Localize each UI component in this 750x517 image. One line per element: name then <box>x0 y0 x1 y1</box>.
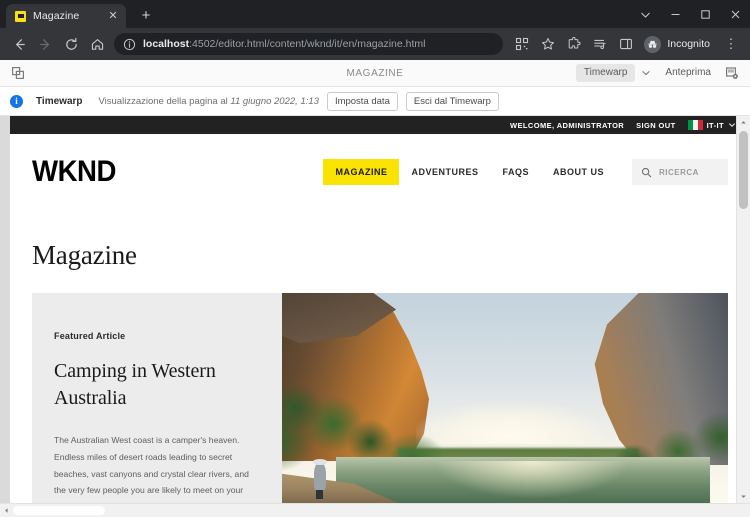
timewarp-message-prefix: Visualizzazione della pagina al <box>98 95 231 107</box>
forward-icon[interactable] <box>33 32 57 56</box>
timewarp-label: Timewarp <box>36 95 83 107</box>
vertical-scrollbar[interactable] <box>736 116 750 503</box>
page-viewport: MAGAZINE Timewarp Anteprima i Timewarp V… <box>0 60 750 517</box>
search-icon <box>641 167 652 178</box>
chevron-down-icon[interactable] <box>637 64 655 82</box>
site-main-content: Magazine Featured Article Camping in Wes… <box>10 240 750 503</box>
scroll-left-arrow-icon[interactable] <box>0 504 13 517</box>
nav-item-adventures[interactable]: ADVENTURES <box>399 159 490 185</box>
horizontal-scroll-track[interactable] <box>13 504 737 517</box>
photo-person-hat <box>312 459 328 465</box>
featured-article-eyebrow: Featured Article <box>54 331 126 341</box>
url-host: localhost <box>143 38 190 50</box>
nav-item-about-us[interactable]: ABOUT US <box>541 159 616 185</box>
address-bar-url: localhost:4502/editor.html/content/wknd/… <box>143 38 425 50</box>
browser-tab-magazine[interactable]: Magazine ✕ <box>6 4 126 28</box>
set-date-button[interactable]: Imposta data <box>326 91 398 111</box>
incognito-hat-icon <box>644 35 662 53</box>
page-title: Magazine <box>32 240 137 270</box>
scroll-up-arrow-icon[interactable] <box>737 116 750 129</box>
tab-strip: Magazine ✕ + <box>0 0 750 28</box>
nav-item-magazine[interactable]: MAGAZINE <box>323 159 400 185</box>
search-placeholder: RICERCA <box>659 167 699 177</box>
back-icon[interactable] <box>7 32 31 56</box>
site-navigation: MAGAZINE ADVENTURES FAQS ABOUT US RICERC… <box>323 159 728 185</box>
browser-menu-icon[interactable]: ⋮ <box>719 32 743 56</box>
site-header: WKND MAGAZINE ADVENTURES FAQS ABOUT US R… <box>10 134 750 210</box>
vertical-scroll-thumb[interactable] <box>739 131 748 209</box>
window-more-icon[interactable] <box>630 0 660 28</box>
extensions-puzzle-icon[interactable] <box>562 32 586 56</box>
incognito-label: Incognito <box>667 38 710 50</box>
url-path: :4502/editor.html/content/wknd/it/en/mag… <box>189 38 426 50</box>
aem-toolbar-right: Timewarp Anteprima <box>575 62 743 84</box>
sign-out-link[interactable]: SIGN OUT <box>636 121 675 130</box>
language-selector[interactable]: IT-IT <box>687 120 736 130</box>
timewarp-message: Visualizzazione della pagina al 11 giugn… <box>99 96 319 107</box>
incognito-profile-button[interactable]: Incognito <box>641 33 718 55</box>
page-scroll-area: WELCOME, ADMINISTRATOR SIGN OUT IT-IT WK… <box>0 116 750 503</box>
timewarp-notification-bar: i Timewarp Visualizzazione della pagina … <box>0 87 750 116</box>
photo-person-body <box>314 463 326 491</box>
editor-left-gutter <box>0 116 10 503</box>
bookmark-star-icon[interactable] <box>536 32 560 56</box>
featured-article-image <box>282 293 728 503</box>
featured-article-text: Featured Article Camping in Western Aust… <box>32 293 282 503</box>
info-circle-icon: i <box>10 94 23 108</box>
vertical-scroll-track[interactable] <box>737 129 750 490</box>
horizontal-scrollbar[interactable] <box>0 503 750 517</box>
timewarp-mode-button[interactable]: Timewarp <box>575 64 636 82</box>
browser-toolbar: localhost:4502/editor.html/content/wknd/… <box>0 28 750 60</box>
close-window-icon[interactable] <box>720 0 750 28</box>
scrollbar-corner <box>737 504 750 517</box>
tab-title: Magazine <box>33 10 80 22</box>
reading-list-icon[interactable] <box>588 32 612 56</box>
horizontal-scroll-thumb[interactable] <box>13 506 105 515</box>
photo-river-reflection <box>433 461 630 499</box>
gorge-photo <box>282 293 728 503</box>
qr-code-icon[interactable] <box>510 32 534 56</box>
side-rail-toggle-icon[interactable] <box>7 62 29 84</box>
close-icon[interactable]: ✕ <box>106 9 120 23</box>
featured-article-card[interactable]: Featured Article Camping in Western Aust… <box>32 293 728 503</box>
site-info-icon[interactable] <box>123 38 136 51</box>
reload-icon[interactable] <box>59 32 83 56</box>
aem-editor-toolbar: MAGAZINE Timewarp Anteprima <box>0 60 750 87</box>
italy-flag-icon <box>687 120 703 130</box>
side-panel-icon[interactable] <box>614 32 638 56</box>
nav-item-faqs[interactable]: FAQS <box>490 159 541 185</box>
minimize-icon[interactable] <box>660 0 690 28</box>
window-controls <box>630 0 750 28</box>
featured-article-title[interactable]: Camping in Western Australia <box>54 358 256 412</box>
maximize-icon[interactable] <box>690 0 720 28</box>
new-tab-button[interactable]: + <box>135 5 157 27</box>
featured-article-body: The Australian West coast is a camper's … <box>54 435 249 503</box>
page-properties-icon[interactable] <box>721 62 743 84</box>
preview-button[interactable]: Anteprima <box>657 64 719 82</box>
site-search-input[interactable]: RICERCA <box>632 159 728 185</box>
wknd-logo[interactable]: WKND <box>32 157 116 187</box>
timewarp-message-date: 11 giugno 2022, 1:13 <box>230 95 319 107</box>
home-icon[interactable] <box>85 32 109 56</box>
exit-timewarp-button[interactable]: Esci dal Timewarp <box>405 91 499 111</box>
browser-window: Magazine ✕ + localhost:4502/editor.html/… <box>0 0 750 517</box>
wknd-page-frame: WELCOME, ADMINISTRATOR SIGN OUT IT-IT WK… <box>10 116 750 503</box>
site-utility-bar: WELCOME, ADMINISTRATOR SIGN OUT IT-IT <box>10 116 750 134</box>
language-label: IT-IT <box>706 120 724 130</box>
address-bar[interactable]: localhost:4502/editor.html/content/wknd/… <box>114 33 504 55</box>
wknd-favicon <box>15 10 26 22</box>
welcome-message: WELCOME, ADMINISTRATOR <box>510 120 625 130</box>
scroll-down-arrow-icon[interactable] <box>737 490 750 503</box>
chevron-down-icon <box>728 121 736 129</box>
